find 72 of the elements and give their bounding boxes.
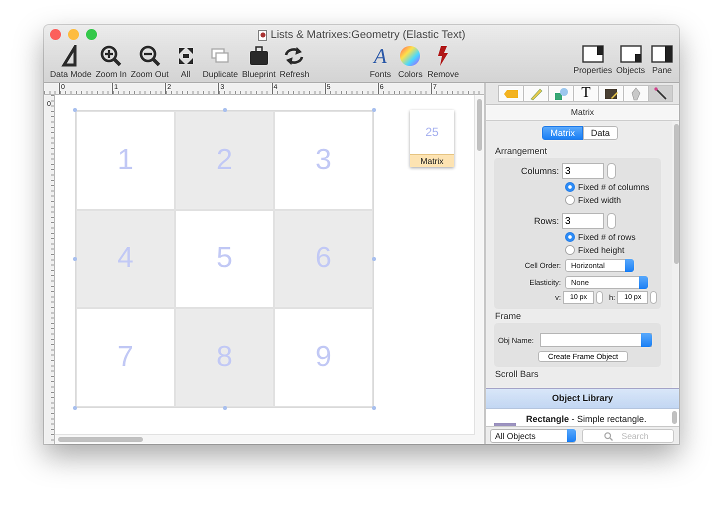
segment-tab[interactable]: Data <box>582 126 618 140</box>
radio-option[interactable]: Fixed # of rows <box>565 232 658 242</box>
rows-field[interactable]: 3 <box>562 213 604 229</box>
color-wheel-icon <box>399 45 422 67</box>
zoom-button[interactable] <box>86 29 97 40</box>
inspector-tab[interactable] <box>598 85 623 102</box>
filter-dropdown[interactable]: All Objects <box>490 428 576 442</box>
palette-item[interactable]: 25 Matrix <box>410 110 454 167</box>
selection-handle[interactable] <box>372 257 376 261</box>
selection-handle[interactable] <box>73 257 77 261</box>
selection-handle[interactable] <box>73 108 77 112</box>
stepper[interactable] <box>596 291 603 304</box>
font-letter-icon: A <box>374 45 387 67</box>
inspector-tab[interactable]: T <box>573 85 598 102</box>
toolbar-button[interactable]: Objects <box>614 45 647 75</box>
selection-handle[interactable] <box>223 406 227 410</box>
field-label: Columns: <box>520 166 559 176</box>
matrix-cell: 1 <box>76 111 175 210</box>
inspector-tab[interactable] <box>648 85 673 102</box>
inspector-title: Matrix <box>486 105 679 121</box>
split-panel-icon <box>651 45 673 63</box>
matrix-cell: 7 <box>76 308 175 406</box>
close-button[interactable] <box>50 29 61 40</box>
stepper[interactable] <box>650 291 658 304</box>
columns-field[interactable]: 3 <box>562 163 604 179</box>
tablet-icon <box>603 86 619 100</box>
radio-option[interactable]: Fixed width <box>565 195 658 205</box>
toolbar-button[interactable]: Remove <box>425 45 461 79</box>
selection-handle[interactable] <box>223 108 227 112</box>
selection-handle[interactable] <box>372 406 376 410</box>
field-label: Rows: <box>532 216 559 226</box>
matrix-cell: 9 <box>274 308 373 406</box>
shapes-icon <box>553 86 569 100</box>
toolbar-button[interactable]: All <box>170 45 201 79</box>
toolbar-button[interactable]: Properties <box>571 45 614 75</box>
rectangle-preview-icon <box>494 423 516 426</box>
scrollbar-thumb[interactable] <box>58 437 143 442</box>
library-title: Object Library <box>486 388 679 409</box>
scrollbar-thumb[interactable] <box>674 124 679 264</box>
matrix-cell: 5 <box>175 210 274 308</box>
zoom-out-icon <box>138 45 162 67</box>
toolbar-button[interactable]: A Fonts <box>365 45 396 79</box>
selection-handle[interactable] <box>372 108 376 112</box>
ruler-icon <box>528 86 544 100</box>
toolbar-button[interactable]: Blueprint <box>240 45 278 79</box>
selection-handle[interactable] <box>73 406 77 410</box>
wand-icon <box>652 86 668 100</box>
radio-option[interactable]: Fixed height <box>565 245 658 255</box>
scrollbar-thumb[interactable] <box>477 99 482 151</box>
search-icon <box>604 432 613 440</box>
zoom-in-icon <box>99 45 124 67</box>
stepper[interactable] <box>607 163 616 179</box>
toolbar-button[interactable]: Zoom Out <box>128 45 171 79</box>
window-title: Lists & Matrixes:Geometry (Elastic Text) <box>270 29 466 41</box>
section-title: Frame <box>494 310 522 323</box>
toolbar-button[interactable]: Refresh <box>278 45 312 79</box>
obj-name-combo[interactable] <box>540 333 652 347</box>
toolbar-button[interactable]: Data Mode <box>48 45 94 79</box>
section-title: Scroll Bars <box>494 368 540 381</box>
split-panel-icon <box>582 45 604 63</box>
matrix-cell: 3 <box>274 111 373 210</box>
split-panel-icon <box>620 45 642 63</box>
stepper[interactable] <box>607 213 616 229</box>
scrollbar-thumb[interactable] <box>672 411 677 424</box>
minimize-button[interactable] <box>68 29 79 40</box>
toolbar-button[interactable]: Pane <box>647 45 677 75</box>
radio-option[interactable]: Fixed # of columns <box>565 182 658 192</box>
toolbar-button[interactable]: Colors <box>395 45 426 79</box>
document-icon <box>258 30 267 40</box>
search-field[interactable]: Search <box>582 428 674 442</box>
toolbar-button[interactable]: Zoom In <box>94 45 129 79</box>
section-title: Arrangement <box>494 145 548 158</box>
